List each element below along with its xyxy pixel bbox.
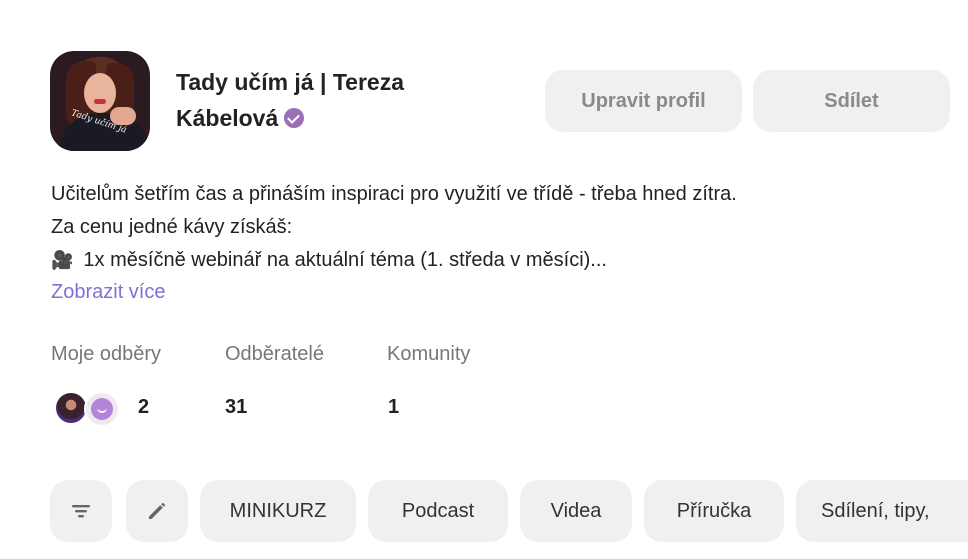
verified-badge-icon bbox=[284, 108, 305, 128]
communities-label[interactable]: Komunity bbox=[387, 343, 470, 366]
subscribers-count[interactable]: 31 bbox=[225, 396, 247, 419]
bio-line-3-text: 1x měsíčně webinář na aktuální téma (1. … bbox=[83, 249, 607, 271]
subscriptions-label[interactable]: Moje odběry bbox=[51, 343, 161, 366]
edit-profile-button[interactable]: Upravit profil bbox=[545, 70, 742, 132]
subscription-avatar-1[interactable] bbox=[54, 391, 88, 425]
bio-line-2: Za cenu jedné kávy získáš: bbox=[51, 216, 293, 238]
profile-name: Tady učím já | Tereza Kábelová bbox=[176, 64, 476, 136]
filter-icon bbox=[72, 505, 90, 518]
category-chip-podcast[interactable]: Podcast bbox=[368, 480, 508, 542]
communities-count[interactable]: 1 bbox=[388, 396, 399, 419]
profile-bio: Učitelům šetřím čas a přináším inspiraci… bbox=[51, 178, 951, 277]
bio-line-1: Učitelům šetřím čas a přináším inspiraci… bbox=[51, 183, 737, 205]
category-chip-prirucka[interactable]: Příručka bbox=[644, 480, 784, 542]
edit-categories-button[interactable] bbox=[126, 480, 188, 542]
pencil-icon bbox=[149, 503, 165, 519]
bio-line-3: 🎥 1x měsíčně webinář na aktuální téma (1.… bbox=[51, 244, 951, 277]
subscribers-label[interactable]: Odběratelé bbox=[225, 343, 324, 366]
category-chip-videa[interactable]: Videa bbox=[520, 480, 632, 542]
filter-button[interactable] bbox=[50, 480, 112, 542]
subscription-avatar-2[interactable] bbox=[84, 391, 120, 427]
category-chip-sdileni-tipy[interactable]: Sdílení, tipy, bbox=[796, 480, 968, 542]
profile-avatar: Tady učím já bbox=[50, 51, 150, 151]
category-chip-minikurz[interactable]: MINIKURZ bbox=[200, 480, 356, 542]
share-button[interactable]: Sdílet bbox=[753, 70, 950, 132]
smile-icon bbox=[91, 398, 113, 420]
show-more-link[interactable]: Zobrazit více bbox=[51, 281, 165, 304]
video-camera-icon: 🎥 bbox=[51, 250, 74, 270]
subscriptions-count[interactable]: 2 bbox=[138, 396, 149, 419]
